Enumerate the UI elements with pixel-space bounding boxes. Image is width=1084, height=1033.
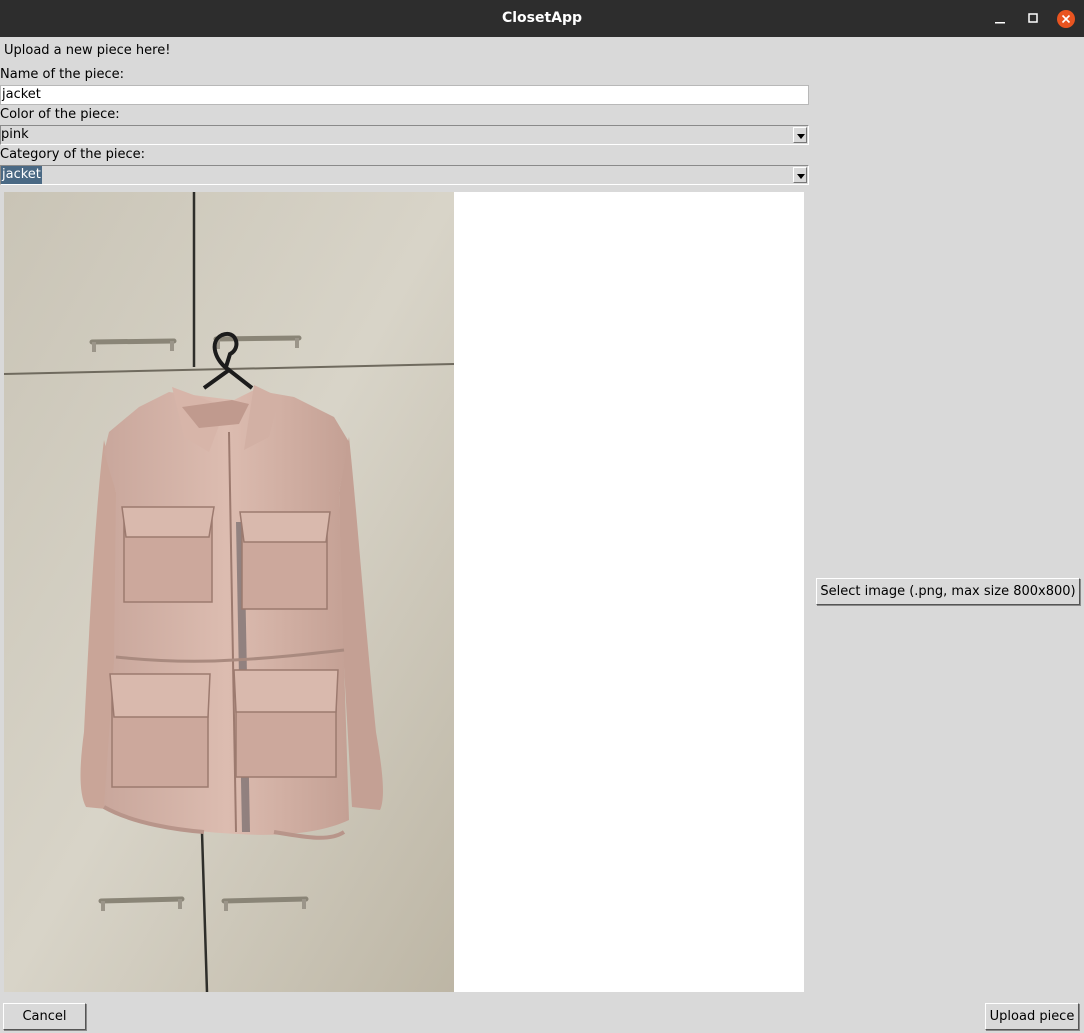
form-heading: Upload a new piece here! [4,43,171,58]
category-value: jacket [1,166,42,184]
color-value: pink [1,127,29,142]
close-icon[interactable] [1056,9,1076,29]
window-title: ClosetApp [501,10,583,26]
category-combobox[interactable]: jacket [0,165,809,185]
category-label: Category of the piece: [0,147,146,162]
jacket-photo [4,192,454,992]
chevron-down-icon [797,174,805,179]
category-dropdown-button[interactable] [793,167,807,183]
upload-piece-button[interactable]: Upload piece [985,1003,1079,1030]
maximize-icon[interactable] [1023,9,1043,29]
name-field[interactable]: jacket [0,85,809,105]
title-bar: ClosetApp [0,0,1084,37]
name-label: Name of the piece: [0,67,125,82]
image-preview-canvas [4,192,804,992]
cancel-button[interactable]: Cancel [3,1003,86,1030]
select-image-button[interactable]: Select image (.png, max size 800x800) [816,578,1080,605]
color-combobox[interactable]: pink [0,125,809,145]
minimize-icon[interactable] [990,9,1010,29]
color-dropdown-button[interactable] [793,127,807,143]
chevron-down-icon [797,134,805,139]
color-label: Color of the piece: [0,107,120,122]
